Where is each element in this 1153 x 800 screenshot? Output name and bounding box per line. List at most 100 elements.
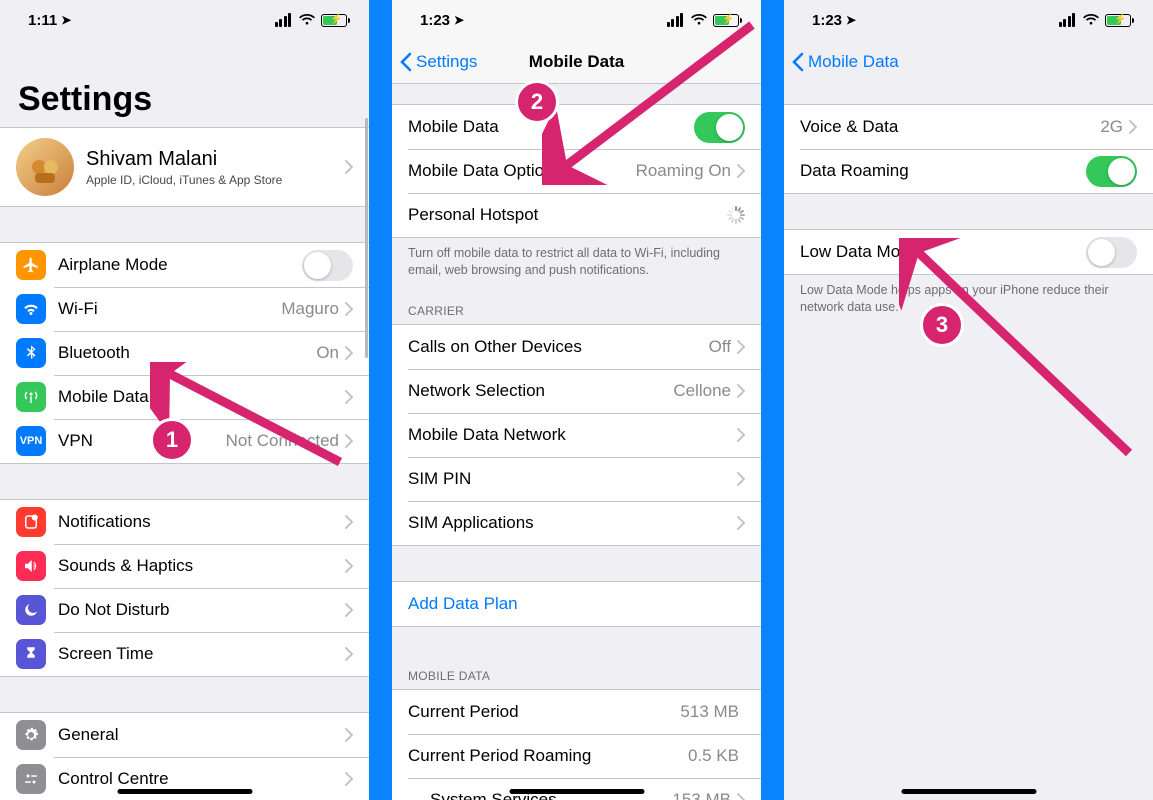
chevron-right-icon [737, 384, 745, 398]
antenna-icon [16, 382, 46, 412]
row-label: Calls on Other Devices [408, 337, 709, 357]
status-bar: 1:11 ➤ ⚡ [0, 0, 369, 40]
row-value: 0.5 KB [688, 746, 739, 766]
screen-1-settings-root: 1:11 ➤ ⚡ Settings Shivam Malani Apple ID… [0, 0, 369, 800]
general-row[interactable]: General [0, 713, 369, 757]
row-value: 2G [1100, 117, 1123, 137]
back-label: Settings [416, 52, 477, 72]
chevron-right-icon [345, 346, 353, 360]
voice-and-data-row[interactable]: Voice & Data 2G [784, 105, 1153, 149]
carrier-header: Carrier [392, 286, 761, 324]
usage-section: Current Period 513 MB Current Period Roa… [392, 689, 761, 800]
wifi-icon [16, 294, 46, 324]
row-label: Personal Hotspot [408, 205, 727, 225]
chevron-right-icon [345, 302, 353, 316]
section-footer: Turn off mobile data to restrict all dat… [392, 238, 761, 286]
chevron-right-icon [737, 472, 745, 486]
notifications-row[interactable]: Notifications [0, 500, 369, 544]
step-badge-2: 2 [515, 80, 559, 124]
row-label: Data Roaming [800, 161, 1086, 181]
profile-section: Shivam Malani Apple ID, iCloud, iTunes &… [0, 127, 369, 207]
data-roaming-row[interactable]: Data Roaming [784, 149, 1153, 193]
moon-icon [16, 595, 46, 625]
home-indicator[interactable] [117, 789, 252, 794]
chevron-right-icon [345, 515, 353, 529]
row-label: Wi-Fi [58, 299, 281, 319]
row-value: Maguro [281, 299, 339, 319]
screen-3-mobile-data-options: 1:23 ➤ ⚡ Mobile Data Voice & Data 2G Dat… [784, 0, 1153, 800]
home-indicator[interactable] [509, 789, 644, 794]
screen-time-row[interactable]: Screen Time [0, 632, 369, 676]
status-icons: ⚡ [275, 12, 348, 28]
status-icons: ⚡ [1059, 12, 1132, 28]
chevron-right-icon [345, 772, 353, 786]
data-roaming-toggle[interactable] [1086, 156, 1137, 187]
annotation-arrow-2 [542, 15, 761, 185]
page-title: Settings [0, 40, 369, 127]
airplane-icon [16, 250, 46, 280]
add-plan-section: Add Data Plan [392, 581, 761, 627]
row-label: Add Data Plan [408, 594, 745, 614]
row-label: Bluetooth [58, 343, 316, 363]
apple-id-row[interactable]: Shivam Malani Apple ID, iCloud, iTunes &… [0, 128, 369, 206]
notifications-section: Notifications Sounds & Haptics Do Not Di… [0, 499, 369, 677]
cellular-signal-icon [1059, 13, 1076, 27]
screen-2-mobile-data: 1:23 ➤ ⚡ Settings Mobile Data Mobile Dat… [392, 0, 761, 800]
back-button[interactable]: Mobile Data [792, 40, 899, 84]
profile-subtitle: Apple ID, iCloud, iTunes & App Store [86, 173, 345, 187]
battery-icon: ⚡ [321, 14, 347, 27]
home-indicator[interactable] [901, 789, 1036, 794]
calls-other-devices-row[interactable]: Calls on Other Devices Off [392, 325, 761, 369]
wifi-row[interactable]: Wi-Fi Maguro [0, 287, 369, 331]
location-icon: ➤ [454, 13, 464, 27]
chevron-right-icon [737, 340, 745, 354]
network-selection-row[interactable]: Network Selection Cellone [392, 369, 761, 413]
row-value: 513 MB [680, 702, 739, 722]
personal-hotspot-row[interactable]: Personal Hotspot [392, 193, 761, 237]
gear-icon [16, 720, 46, 750]
loading-spinner-icon [727, 206, 745, 224]
sim-pin-row[interactable]: SIM PIN [392, 457, 761, 501]
row-label: Current Period Roaming [408, 746, 688, 766]
scroll-indicator [365, 118, 368, 358]
annotation-arrow-3 [899, 238, 1149, 468]
row-label: Screen Time [58, 644, 345, 664]
sounds-icon [16, 551, 46, 581]
chevron-right-icon [737, 516, 745, 530]
nav-bar: Mobile Data [784, 40, 1153, 84]
hourglass-icon [16, 639, 46, 669]
row-label: Network Selection [408, 381, 673, 401]
sim-applications-row[interactable]: SIM Applications [392, 501, 761, 545]
dnd-row[interactable]: Do Not Disturb [0, 588, 369, 632]
back-label: Mobile Data [808, 52, 899, 72]
current-period-row[interactable]: Current Period 513 MB [392, 690, 761, 734]
voice-data-section: Voice & Data 2G Data Roaming [784, 104, 1153, 194]
back-button[interactable]: Settings [400, 40, 477, 83]
row-value: Cellone [673, 381, 731, 401]
row-label: General [58, 725, 345, 745]
chevron-right-icon [345, 603, 353, 617]
chevron-right-icon [1129, 120, 1137, 134]
airplane-mode-toggle[interactable] [302, 250, 353, 281]
airplane-mode-row[interactable]: Airplane Mode [0, 243, 369, 287]
add-data-plan-row[interactable]: Add Data Plan [392, 582, 761, 626]
notifications-icon [16, 507, 46, 537]
current-period-roaming-row[interactable]: Current Period Roaming 0.5 KB [392, 734, 761, 778]
chevron-right-icon [345, 728, 353, 742]
step-badge-1: 1 [150, 418, 194, 462]
status-time: 1:23 [812, 12, 842, 29]
chevron-right-icon [737, 793, 745, 800]
mobile-data-network-row[interactable]: Mobile Data Network [392, 413, 761, 457]
battery-icon: ⚡ [1105, 14, 1131, 27]
row-label: Airplane Mode [58, 255, 302, 275]
status-bar: 1:23 ➤ ⚡ [784, 0, 1153, 40]
row-value: 153 MB [672, 790, 731, 800]
mobile-data-usage-header: Mobile Data [392, 627, 761, 689]
location-icon: ➤ [846, 13, 856, 27]
chevron-right-icon [737, 428, 745, 442]
status-time: 1:23 [420, 12, 450, 29]
row-label: SIM Applications [408, 513, 737, 533]
general-section: General Control Centre AA Display & Brig… [0, 712, 369, 800]
sounds-row[interactable]: Sounds & Haptics [0, 544, 369, 588]
row-label: Notifications [58, 512, 345, 532]
